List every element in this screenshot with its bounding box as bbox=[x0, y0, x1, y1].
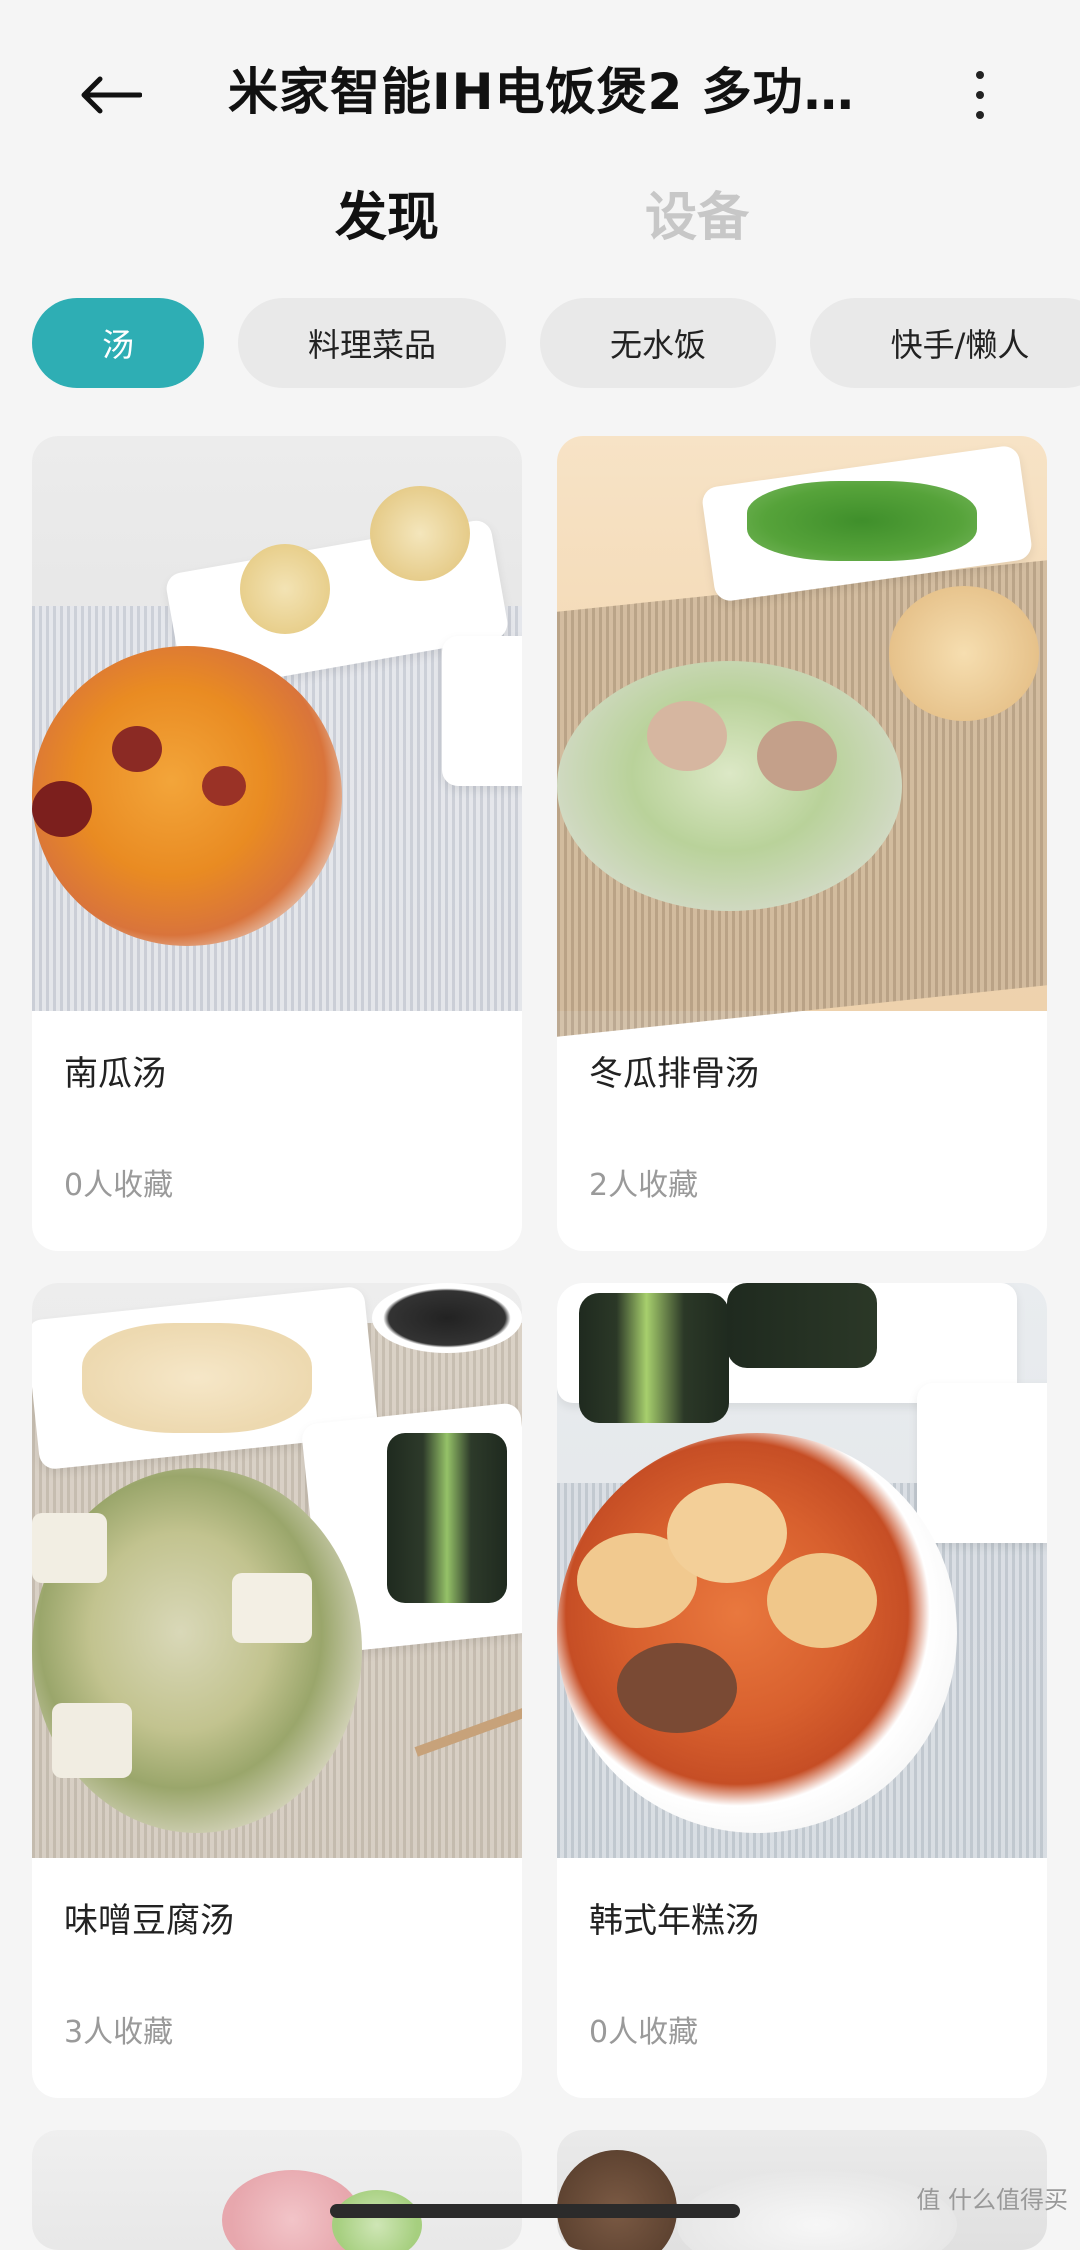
watermark: 值 什么值得买 bbox=[916, 2186, 1068, 2214]
recipe-photo bbox=[32, 1283, 522, 1858]
chip-quick-lazy[interactable]: 快手/懒人 bbox=[810, 298, 1080, 388]
recipe-favorites: 0人收藏 bbox=[64, 1168, 174, 1203]
more-dot-icon bbox=[976, 111, 984, 119]
recipe-name: 冬瓜排骨汤 bbox=[589, 1054, 759, 1094]
recipe-favorites: 2人收藏 bbox=[589, 1168, 699, 1203]
recipe-name: 味噌豆腐汤 bbox=[64, 1901, 234, 1941]
arrow-left-icon bbox=[81, 76, 142, 114]
category-chips: 汤 料理菜品 无水饭 快手/懒人 bbox=[0, 298, 1080, 390]
recipe-photo bbox=[32, 2130, 522, 2250]
home-indicator[interactable] bbox=[330, 2204, 740, 2218]
tab-devices[interactable]: 设备 bbox=[645, 178, 749, 258]
chip-soup[interactable]: 汤 bbox=[32, 298, 204, 388]
more-dot-icon bbox=[976, 71, 984, 79]
more-options-button[interactable] bbox=[955, 55, 1005, 135]
recipe-card[interactable]: 韩式年糕汤 0人收藏 bbox=[557, 1283, 1047, 2098]
tab-bar: 发现 设备 bbox=[0, 178, 1080, 268]
chip-waterless-rice[interactable]: 无水饭 bbox=[540, 298, 776, 388]
recipe-card[interactable] bbox=[32, 2130, 522, 2250]
top-app-bar: 米家智能IH电饭煲2 多功能... bbox=[0, 0, 1080, 180]
tab-discover[interactable]: 发现 bbox=[335, 178, 439, 258]
recipe-card[interactable]: 南瓜汤 0人收藏 bbox=[32, 436, 522, 1251]
recipe-name: 南瓜汤 bbox=[64, 1054, 166, 1094]
chip-dishes[interactable]: 料理菜品 bbox=[238, 298, 506, 388]
back-button[interactable] bbox=[70, 55, 150, 135]
more-dot-icon bbox=[976, 91, 984, 99]
recipe-card[interactable]: 冬瓜排骨汤 2人收藏 bbox=[557, 436, 1047, 1251]
recipe-photo bbox=[557, 436, 1047, 1037]
recipe-favorites: 0人收藏 bbox=[589, 2015, 699, 2050]
recipe-photo bbox=[32, 436, 522, 1011]
recipe-card[interactable]: 味噌豆腐汤 3人收藏 bbox=[32, 1283, 522, 2098]
recipe-photo bbox=[557, 1283, 1047, 1858]
page-title: 米家智能IH电饭煲2 多功能... bbox=[228, 63, 888, 121]
recipe-favorites: 3人收藏 bbox=[64, 2015, 174, 2050]
recipe-name: 韩式年糕汤 bbox=[589, 1901, 759, 1941]
